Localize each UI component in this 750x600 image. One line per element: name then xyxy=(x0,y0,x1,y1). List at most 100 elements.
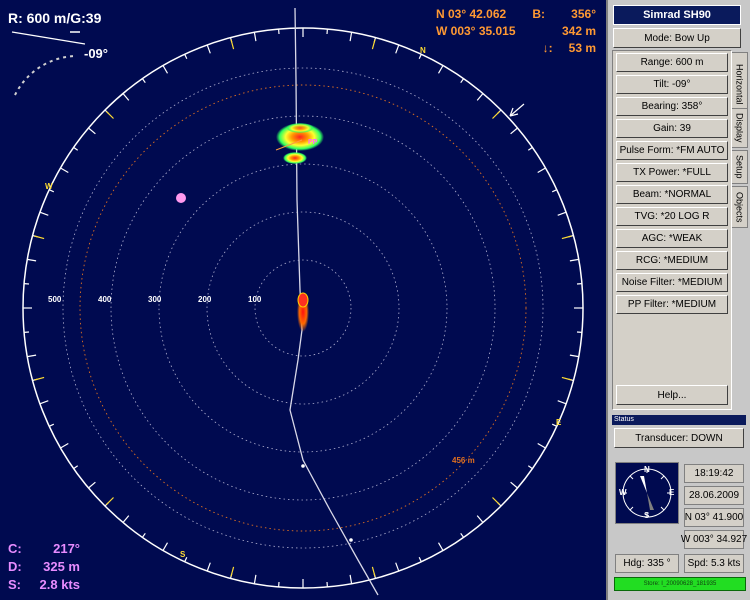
position-readout: N 03° 42.062 B: 356° W 003° 35.015 342 m… xyxy=(436,6,596,57)
bearing-tick xyxy=(206,44,211,54)
tab-setup[interactable]: Setup xyxy=(732,150,748,184)
lat-readout: N 03° 42.062 xyxy=(436,7,507,21)
bearing-mark xyxy=(492,497,501,506)
target-marker-label: PP xyxy=(308,139,318,146)
control-panel: Simrad SH90 Mode: Bow Up Range: 600 m Ti… xyxy=(606,0,750,600)
bearing-label: B: xyxy=(532,7,546,21)
bearing-tick xyxy=(395,44,400,54)
bearing-tick xyxy=(162,542,169,551)
bearing-tick xyxy=(39,400,49,405)
bearing-tick xyxy=(527,146,533,151)
speed-label: S: xyxy=(8,577,21,592)
compass-w: W xyxy=(619,488,627,497)
time-readout: 18:19:42 xyxy=(684,464,744,483)
bearing-tick xyxy=(476,515,484,523)
app-title: Simrad SH90 xyxy=(613,5,741,25)
compass-n: N xyxy=(644,465,650,474)
transducer-button[interactable]: Transducer: DOWN xyxy=(614,428,744,448)
bearing-tick xyxy=(27,354,37,358)
bearing-mark xyxy=(105,110,114,119)
bearing-tick xyxy=(253,32,257,42)
menu-area: Range: 600 m Tilt: -09° Bearing: 358° Ga… xyxy=(612,50,732,410)
bearing-tick xyxy=(460,78,465,84)
sonar-graphic xyxy=(11,7,584,596)
menu-item-rcg[interactable]: RCG: *MEDIUM xyxy=(616,251,728,270)
tilt-arc xyxy=(14,55,77,96)
lon-readout-panel: W 003° 34.927 xyxy=(681,530,747,549)
depth-readout: 53 m xyxy=(568,41,596,55)
menu-item-range[interactable]: Range: 600 m xyxy=(616,53,728,72)
range-label-200: 200 xyxy=(198,295,212,304)
bearing-tick xyxy=(253,574,257,584)
tab-objects[interactable]: Objects xyxy=(732,186,748,228)
menu-item-pp-filter[interactable]: PP Filter: *MEDIUM xyxy=(616,295,728,314)
bearing-tick xyxy=(88,481,96,489)
range-gain-readout: R: 600 m/G:39 xyxy=(8,10,102,26)
sonar-display[interactable]: R: 600 m/G:39 -09° N 03° 42.062 B: 356° … xyxy=(0,0,606,600)
tab-display[interactable]: Display xyxy=(732,108,748,148)
bearing-mark xyxy=(230,566,235,577)
menu-item-tilt[interactable]: Tilt: -09° xyxy=(616,75,728,94)
compass-n-label: N xyxy=(420,46,426,55)
menu-item-tx-power[interactable]: TX Power: *FULL xyxy=(616,163,728,182)
bearing-mark xyxy=(371,39,376,50)
bearing-tick xyxy=(206,562,211,572)
compass-w-label: W xyxy=(45,182,53,191)
bearing-tick xyxy=(569,354,579,358)
bearing-mark xyxy=(34,376,45,381)
bearing-tick xyxy=(437,542,444,551)
menu-item-bearing[interactable]: Bearing: 358° xyxy=(616,97,728,116)
bearing-tick xyxy=(460,532,465,538)
store-status-bar[interactable]: Store: I_20090628_181935 xyxy=(614,577,746,591)
menu-item-gain[interactable]: Gain: 39 xyxy=(616,119,728,138)
bearing-tick xyxy=(510,481,518,489)
course-label: C: xyxy=(8,541,22,556)
menu-item-agc[interactable]: AGC: *WEAK xyxy=(616,229,728,248)
bearing-mark xyxy=(561,235,572,240)
course-value: 217° xyxy=(53,541,80,556)
bearing-tick xyxy=(141,78,146,84)
bearing-tick xyxy=(122,93,130,101)
distance-readout: 342 m xyxy=(561,24,596,38)
range-label-300: 300 xyxy=(148,295,162,304)
speed-value: 2.8 kts xyxy=(39,577,80,592)
bearing-tick xyxy=(141,532,146,538)
bearing-tick xyxy=(527,465,533,470)
range-label-100: 100 xyxy=(248,295,262,304)
bearing-tick xyxy=(27,258,37,262)
bearing-tick xyxy=(60,442,69,449)
bearing-tick xyxy=(184,53,188,60)
distance-value: 325 m xyxy=(43,559,80,574)
bearing-tick xyxy=(569,258,579,262)
menu-item-beam[interactable]: Beam: *NORMAL xyxy=(616,185,728,204)
bearing-tick xyxy=(88,127,96,135)
speed-readout: Spd: 5.3 kts xyxy=(684,554,744,573)
marker-dot xyxy=(176,193,186,203)
tilt-indicator-line xyxy=(11,31,86,45)
tab-horizontal[interactable]: Horizontal xyxy=(732,52,748,116)
bearing-tick xyxy=(537,442,546,449)
menu-item-tvg[interactable]: TVG: *20 LOG R xyxy=(616,207,728,226)
bearing-tick xyxy=(557,211,567,216)
bearing-tick xyxy=(73,146,79,151)
range-label-400: 400 xyxy=(98,295,112,304)
help-button[interactable]: Help... xyxy=(616,385,728,405)
bearing-tick xyxy=(60,167,69,174)
mode-button[interactable]: Mode: Bow Up xyxy=(613,28,741,48)
bearing-readout: 356° xyxy=(571,7,596,21)
bearing-tick xyxy=(349,574,353,584)
menu-item-pulse-form[interactable]: Pulse Form: *FM AUTO xyxy=(616,141,728,160)
compass-s-label: S xyxy=(180,550,186,559)
bearing-tick xyxy=(476,93,484,101)
bearing-tick xyxy=(73,465,79,470)
bearing-mark xyxy=(371,566,376,577)
bearing-mark xyxy=(561,376,572,381)
distance-label: D: xyxy=(8,559,22,574)
bearing-tick xyxy=(39,211,49,216)
course-readout: C: 217° D: 325 m S: 2.8 kts xyxy=(8,540,80,594)
target-distance-label: 456 m xyxy=(452,456,475,465)
bearing-tick xyxy=(122,515,130,523)
menu-item-noise-filter[interactable]: Noise Filter: *MEDIUM xyxy=(616,273,728,292)
date-readout: 28.06.2009 xyxy=(684,486,744,505)
lon-readout: W 003° 35.015 xyxy=(436,24,516,38)
